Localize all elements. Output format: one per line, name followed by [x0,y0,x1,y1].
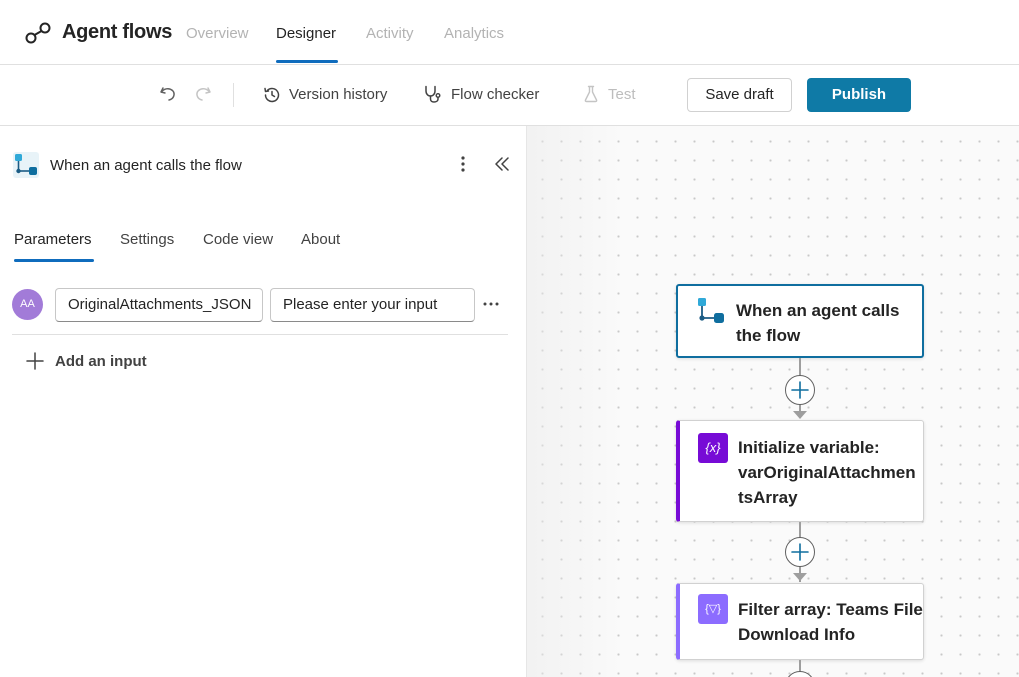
tab-activity[interactable]: Activity [366,25,414,42]
filter-title-line1: Filter array: Teams File [738,600,923,619]
connector-arrow [793,411,807,419]
filter-array-icon: {▽} [698,594,728,624]
input-more-icon[interactable] [482,298,500,310]
agent-trigger-icon [13,152,39,178]
undo-icon[interactable] [158,84,178,104]
collapse-panel-icon[interactable] [493,154,511,174]
history-icon [264,87,280,103]
tab-analytics[interactable]: Analytics [444,25,504,42]
tab-code-view[interactable]: Code view [203,231,273,248]
active-panel-tab-indicator [14,259,94,262]
flask-icon [584,85,598,103]
init-var-title-line3: tsArray [738,488,798,507]
trigger-node-title-line1: When an agent calls [736,301,900,320]
input-name-field[interactable]: OriginalAttachments_JSON [55,288,263,322]
panel-divider [12,334,508,335]
tab-parameters[interactable]: Parameters [14,231,92,248]
panel-title: When an agent calls the flow [50,157,242,174]
filter-array-node[interactable]: {▽} Filter array: Teams File Download In… [676,583,924,660]
properties-panel: When an agent calls the flow Parameters … [0,126,527,677]
version-history-button[interactable]: Version history [289,86,387,103]
flow-checker-button[interactable]: Flow checker [451,86,539,103]
app-title: Agent flows [62,21,173,43]
test-button[interactable]: Test [608,86,636,103]
trigger-node-title-line2: the flow [736,326,801,345]
trigger-node-title: When an agent calls the flow [736,298,899,348]
init-var-title-line2: varOriginalAttachmen [738,463,916,482]
tab-designer[interactable]: Designer [276,25,336,42]
insert-step-button[interactable] [785,671,815,677]
agent-trigger-icon [698,298,724,323]
input-description-field[interactable]: Please enter your input [270,288,475,322]
plus-icon [26,352,44,370]
trigger-node[interactable]: When an agent calls the flow [676,284,924,358]
save-draft-button[interactable]: Save draft [687,78,792,112]
more-options-icon[interactable] [456,154,470,174]
insert-step-button[interactable] [785,537,815,567]
initialize-variable-node-title: Initialize variable: varOriginalAttachme… [738,435,916,510]
redo-icon[interactable] [193,84,213,104]
tab-overview[interactable]: Overview [186,25,249,42]
variable-icon: {x} [698,433,728,463]
tab-settings[interactable]: Settings [120,231,174,248]
publish-button[interactable]: Publish [807,78,911,112]
filter-array-node-title: Filter array: Teams File Download Info [738,597,923,647]
stethoscope-icon [425,85,441,103]
input-type-avatar: AA [12,289,43,320]
agent-flows-logo-icon [25,22,51,44]
designer-toolbar: Version history Flow checker Test Save d… [0,65,1019,126]
tab-about[interactable]: About [301,231,340,248]
insert-step-button[interactable] [785,375,815,405]
connector-arrow [793,573,807,581]
canvas-shadow [527,126,623,677]
add-input-label: Add an input [55,353,147,370]
flow-canvas[interactable]: When an agent calls the flow {x} Initial… [527,126,1019,677]
plus-icon [791,543,809,561]
toolbar-separator [233,83,234,107]
init-var-title-line1: Initialize variable: [738,438,880,457]
plus-icon [791,381,809,399]
filter-title-line2: Download Info [738,625,856,644]
active-tab-indicator [276,60,338,63]
initialize-variable-node[interactable]: {x} Initialize variable: varOriginalAtta… [676,420,924,522]
app-header: Agent flows Overview Designer Activity A… [0,0,1019,65]
